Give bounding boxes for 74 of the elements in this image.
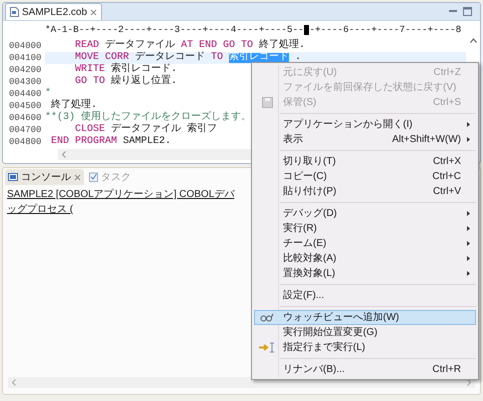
scroll-left-icon[interactable] — [12, 379, 16, 386]
submenu-arrow-icon — [466, 256, 470, 261]
line-number: 004700 — [9, 126, 42, 134]
code-text: SAMPLE2. — [123, 137, 172, 147]
code-comment: * — [45, 89, 52, 99]
tab-label: タスク — [101, 170, 131, 184]
console-output: SAMPLE2 [COBOLアプリケーション] COBOLデバッグプロセス ( — [7, 189, 234, 215]
file-icon — [10, 7, 19, 17]
clipboard-icon — [89, 172, 98, 182]
menu-item[interactable]: 表示 Alt+Shift+W(W) — [254, 132, 476, 147]
line-number: 004800 — [9, 138, 42, 146]
menu-item[interactable]: 貼り付け(P) Ctrl+V — [254, 184, 476, 199]
line-number: 004200 — [9, 66, 42, 74]
scroll-left-icon[interactable] — [62, 151, 66, 158]
menu-item[interactable]: ウォッチビューへ追加(W) — [254, 310, 476, 325]
close-icon[interactable] — [90, 8, 98, 16]
menu-item[interactable]: 切り取り(T) Ctrl+X — [254, 154, 476, 169]
menu-item[interactable]: 比較対象(A) — [254, 251, 476, 266]
code-text: 繰り返し位置. — [111, 77, 178, 87]
menu-item[interactable]: 置換対象(L) — [254, 266, 476, 281]
code-keyword: READ — [75, 41, 100, 51]
tab-label: SAMPLE2.cob — [22, 6, 88, 20]
code-keyword: CLOSE — [75, 125, 106, 135]
menu-item[interactable]: 実行(R) — [254, 221, 476, 236]
close-icon[interactable] — [74, 174, 81, 180]
code-text: . — [295, 53, 302, 63]
minimize-icon[interactable] — [449, 10, 457, 13]
line-number: 004300 — [9, 78, 42, 86]
submenu-arrow-icon — [466, 211, 470, 216]
code-comment: **(3) 使用したファイルをクローズします。 — [45, 113, 252, 123]
column-ruler: -+----6----+----7----+----8 — [309, 24, 462, 34]
line-number: 004100 — [9, 54, 42, 62]
line-number: 004000 — [9, 42, 42, 50]
submenu-arrow-icon — [466, 241, 470, 246]
save-icon — [262, 97, 272, 108]
submenu-arrow-icon — [466, 137, 470, 142]
code-text: 終了処理. — [51, 101, 98, 111]
code-text: データレコード — [135, 53, 206, 63]
menu-item[interactable]: コピー(C) Ctrl+C — [254, 169, 476, 184]
line-number: 004600 — [9, 114, 42, 122]
code-keyword: GO TO — [75, 77, 106, 87]
line-number: 004400 — [9, 90, 42, 98]
code-keyword: TO — [211, 53, 224, 63]
code-text: 索引レコード. — [111, 65, 178, 75]
submenu-arrow-icon — [466, 226, 470, 231]
menu-item[interactable]: チーム(E) — [254, 236, 476, 251]
menu-item[interactable]: 設定(F)... — [254, 288, 476, 303]
monitor-icon — [8, 172, 18, 182]
code-keyword: WRITE — [75, 65, 106, 75]
code-keyword: AT END GO TO — [181, 41, 254, 51]
tab-label: コンソール — [21, 170, 71, 184]
code-keyword: END PROGRAM — [51, 137, 118, 147]
code-text: データファイル — [105, 41, 176, 51]
submenu-arrow-icon — [466, 122, 470, 127]
maximize-icon[interactable] — [463, 7, 472, 16]
line-number: 004500 — [9, 102, 42, 110]
editor-tab[interactable]: SAMPLE2.cob — [5, 3, 102, 20]
code-text: データファイル — [111, 125, 182, 135]
ruler-cursor-icon — [304, 24, 310, 34]
menu-item[interactable]: アプリケーションから開く(I) — [254, 117, 476, 132]
scroll-up-icon[interactable] — [470, 38, 476, 43]
glasses-icon — [260, 313, 274, 322]
scroll-right-icon[interactable] — [467, 379, 471, 386]
menu-item[interactable]: 実行開始位置変更(G) — [254, 325, 476, 340]
menu-item[interactable]: デバッグ(D) — [254, 206, 476, 221]
submenu-arrow-icon — [466, 271, 470, 276]
column-ruler: *A-1-B--+----2----+----3----+----4----+----5-- — [45, 24, 304, 34]
code-text: 索引フ — [187, 125, 218, 135]
console-tab[interactable]: コンソール — [5, 169, 84, 185]
menu-item[interactable]: 指定行まで実行(L) — [254, 340, 476, 355]
menu-item[interactable]: リナンバ(B)... Ctrl+R — [254, 362, 476, 377]
code-keyword: MOVE CORR — [75, 53, 130, 63]
run-to-line-icon — [259, 342, 275, 353]
code-text: 終了処理. — [259, 41, 306, 51]
